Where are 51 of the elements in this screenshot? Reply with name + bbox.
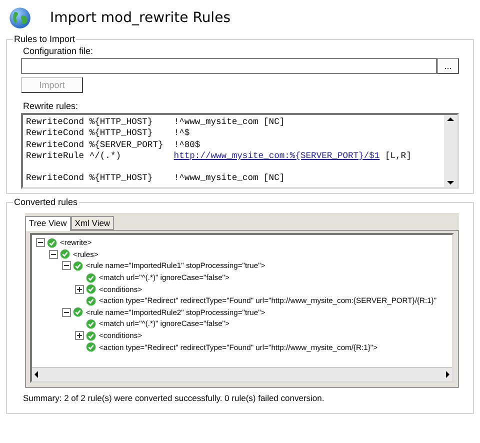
- code-variable: %{HTTP_HOST}: [89, 128, 154, 140]
- code-pattern: !^www_mysite_com: [174, 173, 258, 185]
- code-keyword: RewriteCond: [26, 140, 86, 151]
- dialog-title: Import mod_rewrite Rules: [50, 10, 230, 26]
- check-icon: [86, 284, 96, 294]
- code-variable: %{SERVER_PORT}: [89, 140, 164, 151]
- group-label: Converted rules: [13, 197, 79, 207]
- code-keyword: RewriteCond: [26, 173, 86, 185]
- check-icon: [86, 342, 96, 352]
- scroll-down-icon[interactable]: [446, 178, 455, 187]
- code-variable: ^/(.*): [89, 150, 122, 162]
- check-icon: [86, 296, 96, 306]
- code-link[interactable]: http://www_mysite_com:%{SERVER_PORT}/$1: [174, 150, 380, 162]
- code-flags: [L,R]: [384, 150, 412, 162]
- code-keyword: RewriteCond: [26, 128, 86, 140]
- group-label: Rules to Import: [13, 34, 76, 44]
- collapse-icon[interactable]: [62, 261, 71, 270]
- field-label: Configuration file:: [23, 46, 94, 56]
- field-label: Rewrite rules:: [23, 101, 80, 111]
- tab[interactable]: Tree View: [25, 216, 71, 231]
- code-variable: %{HTTP_HOST}: [89, 117, 154, 128]
- code-flags: [NC]: [264, 117, 285, 128]
- collapse-icon[interactable]: [36, 238, 45, 248]
- check-icon: [60, 249, 70, 260]
- check-icon: [47, 238, 57, 248]
- horizontal-scrollbar[interactable]: [32, 367, 452, 381]
- check-icon: [73, 260, 83, 271]
- code-pattern: !^www_mysite_com: [174, 117, 258, 128]
- code-pattern: !^$: [174, 128, 190, 140]
- tab[interactable]: Xml View: [70, 216, 114, 230]
- scroll-up-icon[interactable]: [446, 115, 455, 124]
- summary-text: Summary: 2 of 2 rule(s) were converted successfully. 0 rule(s) failed conversion.: [23, 393, 326, 403]
- expand-icon[interactable]: [75, 284, 84, 294]
- check-icon: [86, 272, 96, 283]
- check-icon: [86, 330, 96, 341]
- vertical-scrollbar[interactable]: [444, 115, 457, 187]
- browse-button[interactable]: ...: [437, 58, 459, 74]
- code-keyword: RewriteCond: [26, 117, 86, 128]
- collapse-icon[interactable]: [62, 308, 71, 317]
- code-pattern: !^80$: [174, 140, 200, 151]
- check-icon: [73, 307, 83, 318]
- code-keyword: RewriteRule: [26, 150, 86, 162]
- code-variable: %{HTTP_HOST}: [89, 173, 154, 185]
- globe-icon: [8, 6, 32, 30]
- check-icon: [86, 318, 96, 329]
- scroll-left-icon[interactable]: [32, 370, 41, 379]
- code-flags: [NC]: [264, 173, 285, 185]
- expand-icon[interactable]: [75, 331, 84, 340]
- scroll-right-icon[interactable]: [443, 370, 452, 379]
- collapse-icon[interactable]: [49, 250, 58, 259]
- input-field[interactable]: [21, 58, 437, 74]
